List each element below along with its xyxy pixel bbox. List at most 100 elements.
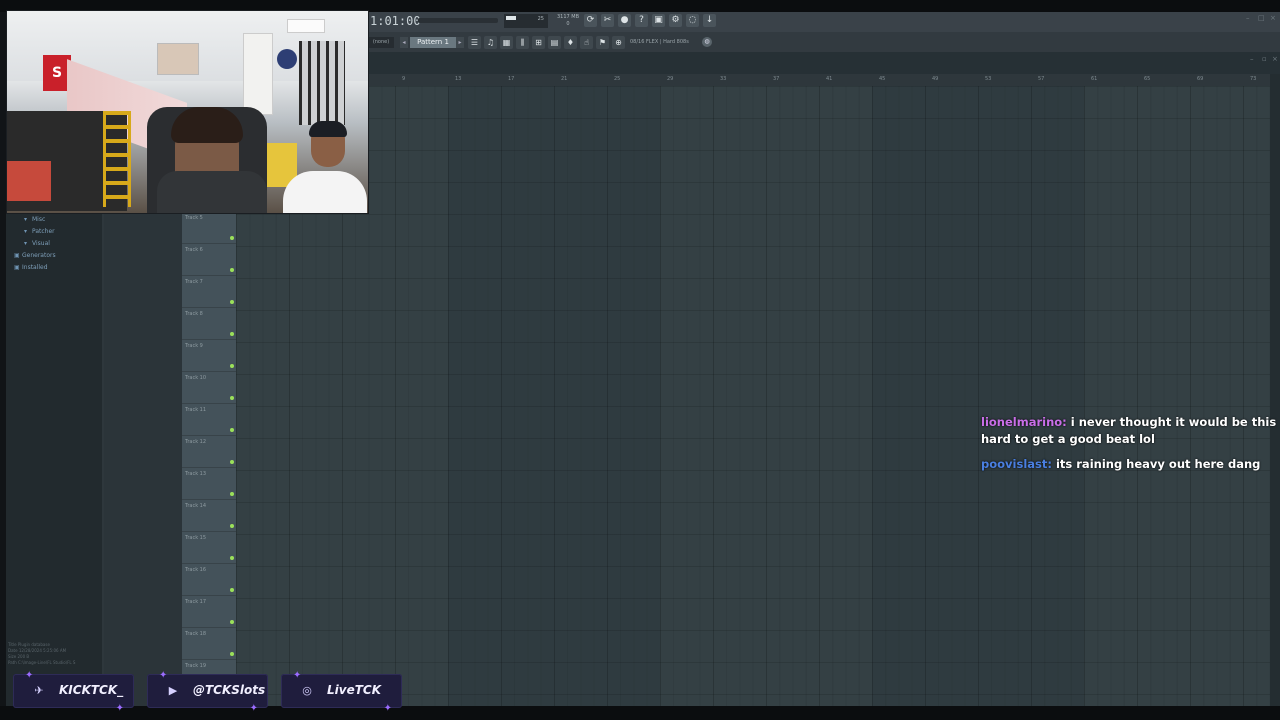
tempo-meter[interactable]: 25: [504, 14, 548, 28]
playlist-header: – ▫ ×: [366, 52, 1280, 74]
main-toolbar: 1:01:00 25 3117 MB 0 ⟳ ✂ ● ? ▣ ⚙ ◌ ↓ – □…: [366, 12, 1280, 33]
track-mute-led[interactable]: [230, 428, 234, 432]
playlist-icon[interactable]: ☰: [468, 36, 481, 49]
mixer-cut-icon[interactable]: ✂: [601, 14, 614, 27]
mode-dropdown[interactable]: (none): [368, 37, 394, 48]
track-mute-led[interactable]: [230, 620, 234, 624]
browser-item-generators[interactable]: ▣ Generators: [6, 250, 102, 262]
sparkle-icon: ✦: [159, 670, 168, 681]
track-mute-led[interactable]: [230, 556, 234, 560]
track-mute-led[interactable]: [230, 460, 234, 464]
track-mute-led[interactable]: [230, 236, 234, 240]
social-badge[interactable]: ✦ ▶ @TCKSlots ✦: [147, 670, 268, 714]
link-icon[interactable]: ⚑: [596, 36, 609, 49]
track-mute-led[interactable]: [230, 396, 234, 400]
track-header[interactable]: Track 11: [182, 404, 236, 436]
social-badge[interactable]: ✦ ◎ LiveTCK ✦: [281, 670, 402, 714]
song-time-display[interactable]: 1:01:00: [370, 14, 421, 28]
master-volume-slider[interactable]: [418, 18, 498, 23]
chat-overlay: lionelmarino: i never thought it would b…: [981, 414, 1280, 481]
memory-bottom: 0: [566, 21, 570, 27]
pattern-next-icon[interactable]: ▸: [456, 37, 464, 48]
track-name: Track 12: [185, 439, 207, 445]
vertical-scrollbar[interactable]: [1270, 74, 1280, 706]
plugin-icon[interactable]: ⚙: [669, 14, 682, 27]
download-icon[interactable]: ↓: [703, 14, 716, 27]
track-header[interactable]: Track 6: [182, 244, 236, 276]
clip-icon[interactable]: ▤: [548, 36, 561, 49]
track-mute-led[interactable]: [230, 364, 234, 368]
piano-roll-icon[interactable]: ♫: [484, 36, 497, 49]
track-header[interactable]: Track 8: [182, 308, 236, 340]
ruler-bar-number: 13: [455, 76, 462, 82]
track-header[interactable]: Track 9: [182, 340, 236, 372]
track-header[interactable]: Track 18: [182, 628, 236, 660]
pattern-prev-icon[interactable]: ◂: [400, 37, 408, 48]
track-header[interactable]: Track 14: [182, 500, 236, 532]
track-mute-led[interactable]: [230, 268, 234, 272]
track-name: Track 19: [185, 663, 207, 669]
touch-icon[interactable]: ☝: [580, 36, 593, 49]
track-header[interactable]: Track 17: [182, 596, 236, 628]
chat-message: lionelmarino: i never thought it would b…: [981, 414, 1280, 448]
ruler-bar-number: 69: [1197, 76, 1204, 82]
browser-item-label: Patcher: [32, 228, 55, 235]
track-header[interactable]: Track 15: [182, 532, 236, 564]
sparkle-icon: ✦: [383, 703, 392, 714]
browser-item-visual[interactable]: ▾ Visual: [6, 238, 102, 250]
chat-bubble-icon[interactable]: ◌: [686, 14, 699, 27]
webcam-overlay: S: [6, 10, 369, 214]
mic-icon[interactable]: ●: [618, 14, 631, 27]
memory-top: 3117 MB: [556, 14, 580, 20]
playlist-maximize-icon[interactable]: ▫: [1262, 55, 1267, 63]
track-header[interactable]: Track 10: [182, 372, 236, 404]
twitter-icon: ✈: [34, 684, 44, 697]
minimize-icon[interactable]: –: [1246, 14, 1250, 22]
track-mute-led[interactable]: [230, 492, 234, 496]
close-icon[interactable]: ×: [1270, 14, 1276, 22]
playlist-close-icon[interactable]: ×: [1272, 55, 1278, 63]
track-mute-led[interactable]: [230, 300, 234, 304]
browser-item-patcher[interactable]: ▾ Patcher: [6, 226, 102, 238]
track-header[interactable]: Track 13: [182, 468, 236, 500]
browser-item-misc[interactable]: ▾ Misc: [6, 214, 102, 226]
browser-icon[interactable]: ⊞: [532, 36, 545, 49]
tempo-meter-fill: [506, 16, 516, 20]
globe-icon[interactable]: ◍: [702, 37, 712, 47]
plugin-picker-icon[interactable]: ♦: [564, 36, 577, 49]
help-icon[interactable]: ?: [635, 14, 648, 27]
reload-icon[interactable]: ⟳: [584, 14, 597, 27]
browser-file-info: Title Plugin database Date 12/28/2024 5:…: [8, 642, 100, 666]
track-mute-led[interactable]: [230, 524, 234, 528]
maximize-icon[interactable]: □: [1258, 14, 1265, 22]
ruler-bar-number: 49: [932, 76, 939, 82]
track-mute-led[interactable]: [230, 588, 234, 592]
ruler-bar-number: 21: [561, 76, 568, 82]
save-icon[interactable]: ▣: [652, 14, 665, 27]
pattern-selector[interactable]: Pattern 1: [410, 37, 456, 48]
webcam-guest-cap: [309, 121, 347, 137]
track-mute-led[interactable]: [230, 332, 234, 336]
track-mute-led[interactable]: [230, 652, 234, 656]
flex-preset-label[interactable]: 08/16 FLEX | Hard 808s: [630, 39, 689, 45]
playlist-minimize-icon[interactable]: –: [1250, 55, 1254, 63]
cart-icon[interactable]: ⊕: [612, 36, 625, 49]
browser-item-installed[interactable]: ▣ Installed: [6, 262, 102, 274]
folder-icon: ▾: [24, 228, 28, 235]
toolbar-icons: ⟳ ✂ ● ? ▣ ⚙ ◌ ↓: [584, 14, 716, 27]
track-header[interactable]: Track 16: [182, 564, 236, 596]
track-header[interactable]: Track 7: [182, 276, 236, 308]
webcam-air-conditioner: [287, 19, 325, 33]
track-header[interactable]: Track 5: [182, 212, 236, 244]
ruler-bar-number: 33: [720, 76, 727, 82]
channel-rack-icon[interactable]: ▦: [500, 36, 513, 49]
social-badge[interactable]: ✦ ✈ KICKTCK_ ✦: [13, 670, 134, 714]
social-handle: KICKTCK_: [59, 683, 124, 697]
mixer-icon[interactable]: ⫼: [516, 36, 529, 49]
webcam-ladder: [103, 111, 131, 207]
ruler-bar-number: 61: [1091, 76, 1098, 82]
track-name: Track 9: [185, 343, 203, 349]
social-handle: @TCKSlots: [193, 683, 266, 697]
track-header[interactable]: Track 12: [182, 436, 236, 468]
playlist-grid[interactable]: [236, 86, 1270, 706]
